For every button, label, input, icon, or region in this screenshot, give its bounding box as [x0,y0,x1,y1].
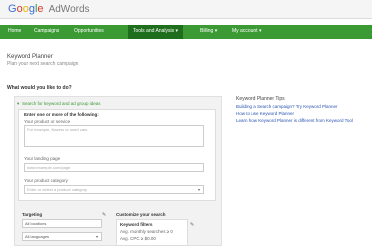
product-category-select[interactable]: Enter or select a product category ▾ [24,185,204,194]
logo-letter: e [37,3,44,15]
tip-link[interactable]: Learn how Keyword Planner is different f… [236,118,353,123]
customize-search-label: Customize your search [116,212,166,217]
logo-suffix: AdWords [48,4,90,15]
tab-my-account[interactable]: My account ▾ [232,28,261,34]
edit-pencil-icon[interactable]: ✎ [102,212,106,218]
tab-opportunities[interactable]: Opportunities [74,28,104,34]
filter-monthly-searches: Avg. monthly searches ≥ 0 [120,229,173,234]
language-select[interactable]: All languages ▾ [22,232,102,241]
keyword-filters-label: Keyword filters [120,222,153,227]
landing-page-label: Your landing page [24,156,61,161]
location-value: All locations [25,221,47,226]
tips-title: Keyword Planner Tips [236,96,285,102]
product-label: Your product or service [24,119,71,124]
tip-link[interactable]: How to use Keyword Planner [236,111,294,116]
search-keyword-ideas-link[interactable]: Search for keyword and ad group ideas [22,101,101,106]
product-placeholder: For example, flowers or used cars [27,127,88,132]
edit-pencil-icon[interactable]: ✎ [190,222,194,228]
tab-campaigns[interactable]: Campaigns [34,28,59,34]
landing-page-input[interactable]: www.example.com/page [24,163,204,172]
google-adwords-logo[interactable]: Google AdWords [8,3,90,15]
location-select[interactable]: All locations [22,219,102,228]
category-placeholder: Enter or select a product category [27,187,88,192]
chevron-down-icon: ▾ [95,234,98,239]
page-title: Keyword Planner [7,54,53,60]
top-bar: Google AdWords [0,0,372,19]
tip-link[interactable]: Building a Search campaign? Try Keyword … [236,104,338,109]
product-category-label: Your product category [24,178,68,183]
tab-billing[interactable]: Billing ▾ [200,28,217,34]
section-heading: Enter one or more of the following: [24,112,99,117]
tab-home[interactable]: Home [8,28,21,34]
language-value: All languages [25,234,50,239]
page-subtitle: Plan your next search campaign [7,61,79,67]
tab-tools-and-analysis[interactable]: Tools and Analysis ▾ [128,25,184,39]
landing-placeholder: www.example.com/page [27,165,71,170]
task-question: What would you like to do? [7,85,72,91]
main-nav: Home Campaigns Opportunities Tools and A… [0,25,372,39]
logo-letter: G [8,3,17,15]
expand-arrow-icon[interactable]: ▾ [17,101,19,107]
filter-avg-cpc: Avg. CPC ≥ $0.00 [120,236,156,241]
targeting-label: Targeting [22,212,43,217]
product-input[interactable]: For example, flowers or used cars [24,125,204,147]
chevron-down-icon: ▾ [197,187,200,192]
